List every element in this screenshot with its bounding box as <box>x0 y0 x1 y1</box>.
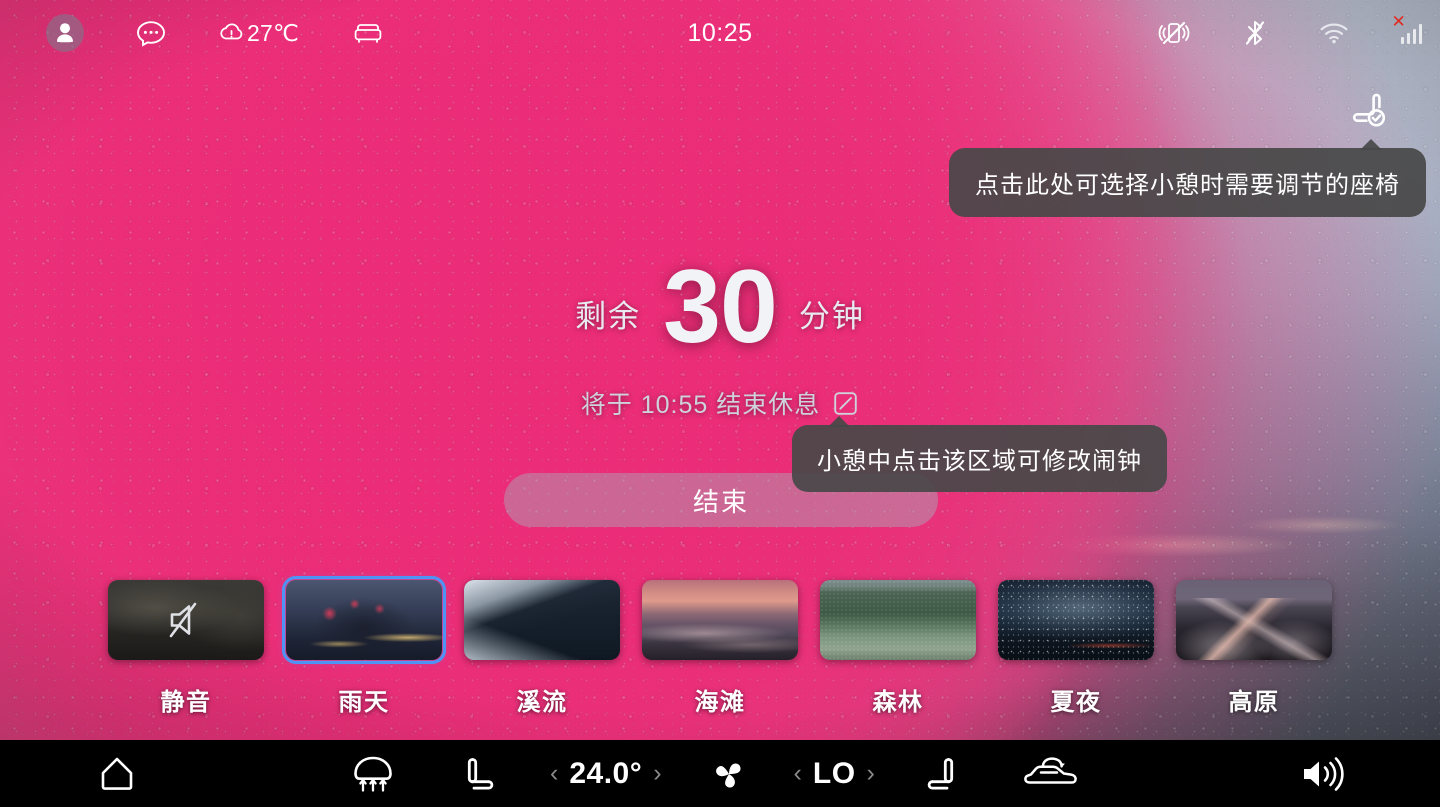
bottom-control-bar: ‹ 24.0° › ‹ LO › <box>0 740 1440 807</box>
scene-item-rain[interactable]: 雨天 <box>275 576 453 717</box>
fan-decrease-button[interactable]: ‹ <box>792 761 804 786</box>
scene-thumbnail[interactable] <box>464 580 620 660</box>
scene-item-forest[interactable]: 森林 <box>809 580 987 717</box>
scene-label: 森林 <box>872 689 924 716</box>
scene-thumbnail[interactable] <box>642 580 798 660</box>
vibrate-off-icon[interactable] <box>1157 19 1191 47</box>
sound-scene-list: 静音 雨天 溪流 海滩 森林 夏夜 高原 <box>0 576 1440 720</box>
scene-thumbnail[interactable] <box>820 580 976 660</box>
seat-tooltip: 点击此处可选择小憩时需要调节的座椅 <box>949 139 1426 217</box>
end-nap-button-label: 结束 <box>692 486 749 517</box>
scene-label: 雨天 <box>338 689 390 716</box>
scene-art <box>286 580 442 660</box>
volume-icon[interactable] <box>1298 754 1344 794</box>
bluetooth-off-icon[interactable] <box>1243 18 1267 48</box>
scene-art <box>464 580 620 660</box>
fan-level-stepper[interactable]: ‹ LO › <box>792 757 877 791</box>
home-icon[interactable] <box>96 754 138 794</box>
scene-art <box>998 580 1154 660</box>
temperature-decrease-button[interactable]: ‹ <box>548 761 560 786</box>
seat-heat-left-icon[interactable] <box>458 753 500 795</box>
fan-level-value: LO <box>812 756 856 790</box>
seat-tooltip-text: 点击此处可选择小憩时需要调节的座椅 <box>975 172 1400 199</box>
signal-no-sim-icon[interactable]: ✕ <box>1392 13 1422 44</box>
temperature-increase-button[interactable]: › <box>651 761 663 786</box>
scene-thumbnail[interactable] <box>108 580 264 660</box>
scene-item-plateau[interactable]: 高原 <box>1165 580 1343 717</box>
scene-item-summer-night[interactable]: 夏夜 <box>987 580 1165 717</box>
seat-heat-right-icon[interactable] <box>921 753 963 795</box>
scene-label: 溪流 <box>516 689 568 716</box>
scene-label: 海滩 <box>694 689 746 716</box>
no-sim-cross-icon: ✕ <box>1391 12 1406 31</box>
alarm-tooltip-text: 小憩中点击该区域可修改闹钟 <box>817 448 1142 475</box>
scene-item-beach[interactable]: 海滩 <box>631 580 809 717</box>
edit-square-icon[interactable] <box>832 390 859 417</box>
alarm-tooltip: 小憩中点击该区域可修改闹钟 <box>792 416 1167 492</box>
status-bar: 27℃ 10:25 ✕ <box>0 0 1440 66</box>
nap-remaining-label: 剩余 <box>575 298 642 334</box>
defrost-front-icon[interactable] <box>350 753 396 795</box>
scene-thumbnail[interactable] <box>282 576 446 664</box>
volume-mute-icon <box>108 580 264 660</box>
scene-item-mute[interactable]: 静音 <box>97 580 275 717</box>
scene-item-stream[interactable]: 溪流 <box>453 580 631 717</box>
status-bar-right: ✕ <box>1157 0 1422 66</box>
nap-end-time-row[interactable]: 将于 10:55 结束休息 <box>0 385 1440 421</box>
fan-increase-button[interactable]: › <box>865 761 877 786</box>
scene-label: 夏夜 <box>1050 689 1102 716</box>
infotainment-screen: 27℃ 10:25 ✕ 点击此处可选择小憩时需要调节的座椅 剩余 30 分钟 将… <box>0 0 1440 807</box>
scene-label: 高原 <box>1228 689 1280 716</box>
seat-select-button[interactable] <box>1342 86 1398 138</box>
scene-art <box>642 580 798 660</box>
scene-thumbnail[interactable] <box>1176 580 1332 660</box>
scene-art <box>820 580 976 660</box>
fan-icon[interactable] <box>708 753 750 795</box>
wifi-icon[interactable] <box>1319 21 1349 45</box>
seat-check-icon <box>1345 89 1395 135</box>
scene-art <box>1176 580 1332 660</box>
nap-minutes-unit: 分钟 <box>798 298 865 334</box>
nap-end-time-text: 将于 10:55 结束休息 <box>580 391 821 419</box>
nap-minutes-value: 30 <box>663 249 778 365</box>
temperature-stepper[interactable]: ‹ 24.0° › <box>548 757 664 791</box>
nap-timer-area[interactable]: 剩余 30 分钟 将于 10:55 结束休息 <box>0 255 1440 421</box>
scene-thumbnail[interactable] <box>998 580 1154 660</box>
scene-label: 静音 <box>160 689 212 716</box>
temperature-value: 24.0° <box>569 756 643 790</box>
nap-countdown-row: 剩余 30 分钟 <box>0 255 1440 359</box>
air-recirculation-icon[interactable] <box>1023 754 1079 794</box>
